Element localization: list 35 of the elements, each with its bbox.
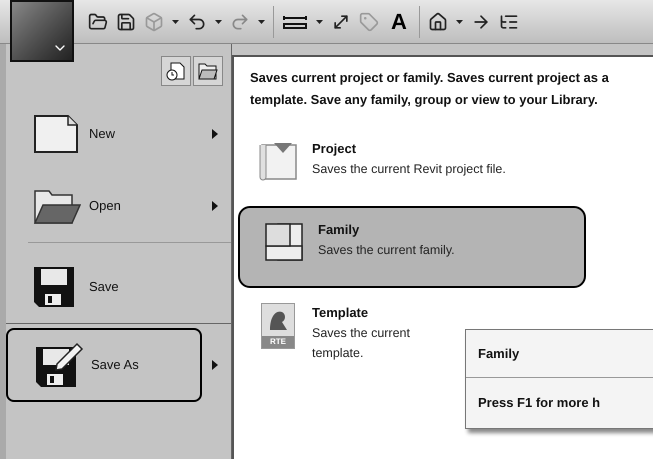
file-type-label: RTE <box>262 336 294 348</box>
caret-icon[interactable] <box>456 20 463 24</box>
submenu-item[interactable]: Project Saves the current Revit project file. <box>234 127 653 203</box>
redo-icon[interactable] <box>230 12 250 32</box>
menu-item[interactable]: New <box>6 98 202 170</box>
open-folder-icon[interactable] <box>88 12 108 32</box>
tooltip-help: Press F1 for more h <box>477 394 602 412</box>
caret-icon[interactable] <box>316 20 323 24</box>
menu-item[interactable]: Save As <box>6 328 202 402</box>
text-tool-button[interactable]: A <box>387 10 411 32</box>
item-description: Saves the current template. <box>312 325 411 362</box>
submenu-item[interactable]: Family Saves the current family. <box>238 206 586 288</box>
menu-item[interactable]: Save <box>28 251 216 323</box>
house-icon[interactable] <box>428 12 448 32</box>
undo-icon[interactable] <box>187 12 207 32</box>
caret-icon[interactable] <box>215 20 222 24</box>
document-icon <box>33 114 79 154</box>
save-icon[interactable] <box>116 12 136 32</box>
submenu-description: Saves current project or family. Saves current project as a template. Save any family, group or view to your Library. <box>249 69 610 109</box>
item-title: Family <box>318 221 360 239</box>
open-documents-button[interactable] <box>193 56 223 86</box>
tooltip-title: Family <box>466 330 653 378</box>
caret-icon[interactable] <box>258 20 265 24</box>
menu-item[interactable]: Open <box>6 170 202 242</box>
recent-documents-button[interactable] <box>161 56 191 86</box>
item-description: Saves the current family. <box>318 242 456 259</box>
measure-icon[interactable] <box>282 14 308 30</box>
folder-icon <box>198 62 218 80</box>
item-description: Saves the current Revit project file. <box>312 161 507 178</box>
floppy-disk-pencil-icon <box>35 342 85 388</box>
item-title: Project <box>312 140 358 158</box>
clock-document-icon <box>166 61 186 81</box>
application-button[interactable] <box>10 0 74 62</box>
item-title: Template <box>312 304 370 322</box>
caret-icon[interactable] <box>172 20 179 24</box>
